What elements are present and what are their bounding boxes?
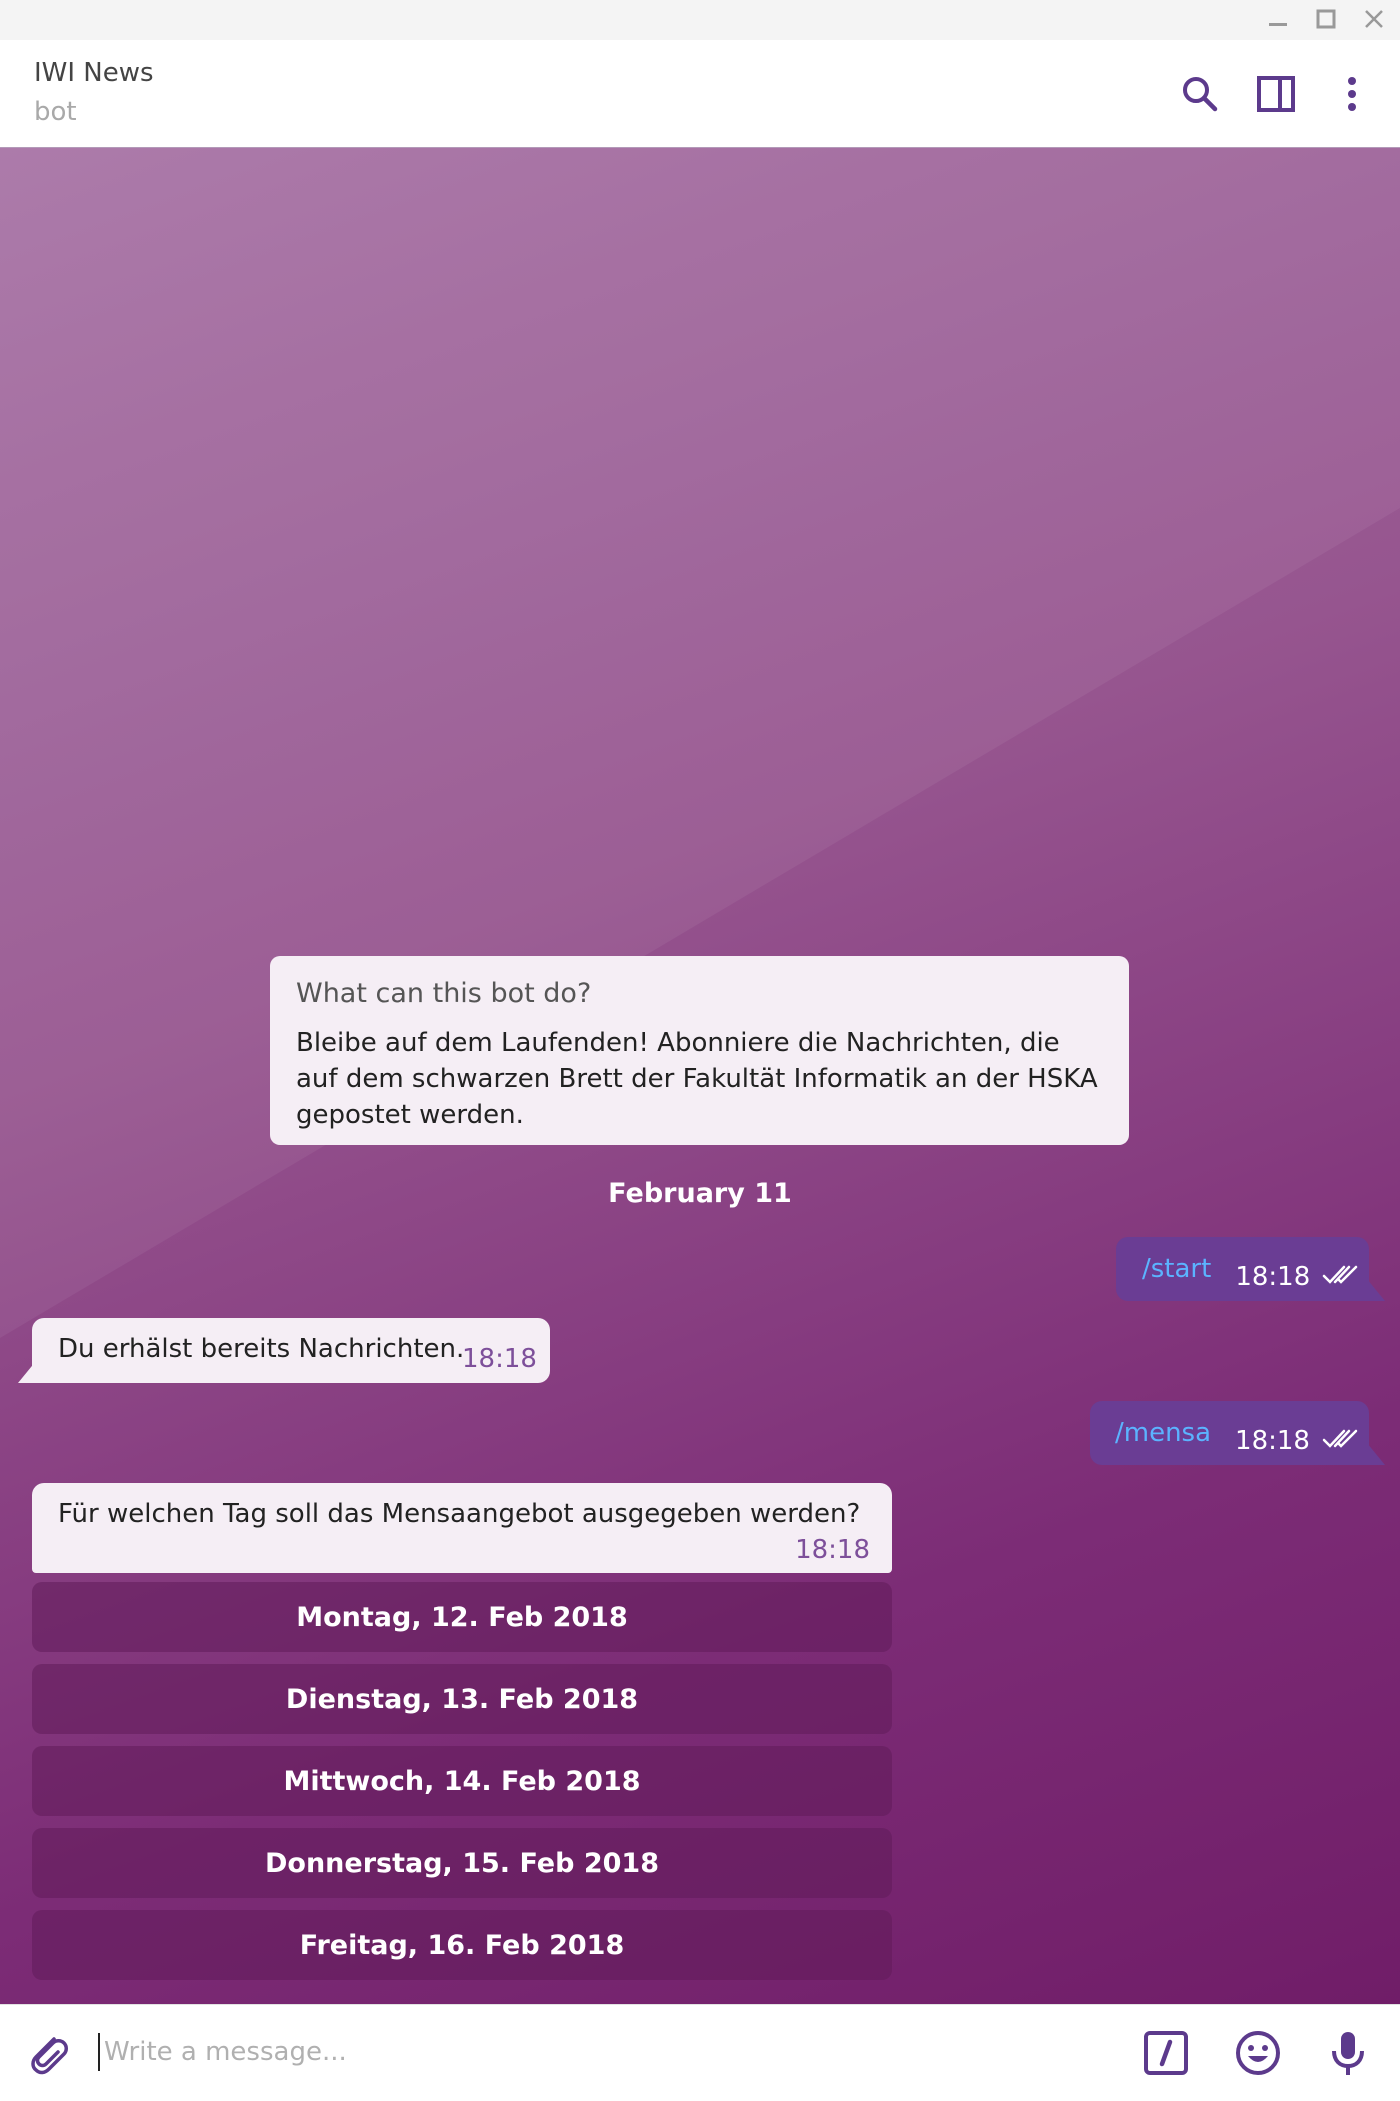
chat-subtitle: bot [34,97,77,127]
bubble-tail [18,1361,36,1383]
more-vertical-icon[interactable] [1328,70,1376,118]
chat-header: IWI News bot [0,40,1400,148]
message-incoming[interactable]: Du erhälst bereits Nachrichten. 18:18 [32,1318,550,1383]
message-time: 18:18 [462,1344,537,1374]
inline-keyboard-button[interactable]: Dienstag, 13. Feb 2018 [32,1664,892,1734]
bot-command-icon[interactable] [1140,2027,1192,2079]
bubble-tail [1367,1443,1385,1465]
paperclip-icon[interactable] [20,2025,76,2081]
date-separator: February 11 [0,1178,1400,1209]
message-time: 18:18 [1235,1262,1311,1292]
inline-keyboard-button[interactable]: Montag, 12. Feb 2018 [32,1582,892,1652]
double-check-icon [1322,1427,1360,1455]
message-time: 18:18 [795,1535,870,1565]
bot-info-description: Bleibe auf dem Laufenden! Abonniere die … [296,1028,1098,1130]
maximize-icon[interactable] [1310,6,1342,32]
message-outgoing[interactable]: /start 18:18 [1116,1237,1369,1301]
bubble-tail [1367,1279,1385,1301]
message-text: Für welchen Tag soll das Mensaangebot au… [58,1499,861,1529]
sidebar-panel-icon[interactable] [1252,70,1300,118]
bot-info-question: What can this bot do? [296,978,592,1009]
double-check-icon [1322,1263,1360,1291]
minimize-icon[interactable] [1262,6,1294,32]
message-incoming[interactable]: Für welchen Tag soll das Mensaangebot au… [32,1483,892,1573]
command-link[interactable]: /mensa [1115,1418,1211,1448]
message-outgoing[interactable]: /mensa 18:18 [1090,1401,1369,1465]
inline-keyboard-button[interactable]: Mittwoch, 14. Feb 2018 [32,1746,892,1816]
message-input[interactable] [104,2027,1104,2077]
command-link[interactable]: /start [1142,1254,1211,1284]
text-caret [98,2033,100,2071]
chat-history[interactable]: What can this bot do? Bleibe auf dem Lau… [0,148,1400,2004]
inline-keyboard-button[interactable]: Donnerstag, 15. Feb 2018 [32,1828,892,1898]
bot-info-card: What can this bot do? Bleibe auf dem Lau… [270,956,1129,1145]
message-time: 18:18 [1235,1426,1310,1456]
chat-title[interactable]: IWI News [34,58,154,88]
date-separator-label: February 11 [608,1178,792,1209]
window-titlebar [0,0,1400,40]
message-composer [0,2004,1400,2101]
microphone-icon[interactable] [1322,2027,1374,2079]
search-icon[interactable] [1176,70,1224,118]
message-text: Du erhälst bereits Nachrichten. [58,1334,465,1364]
inline-keyboard-button[interactable]: Freitag, 16. Feb 2018 [32,1910,892,1980]
emoji-icon[interactable] [1232,2027,1284,2079]
close-icon[interactable] [1358,6,1390,32]
